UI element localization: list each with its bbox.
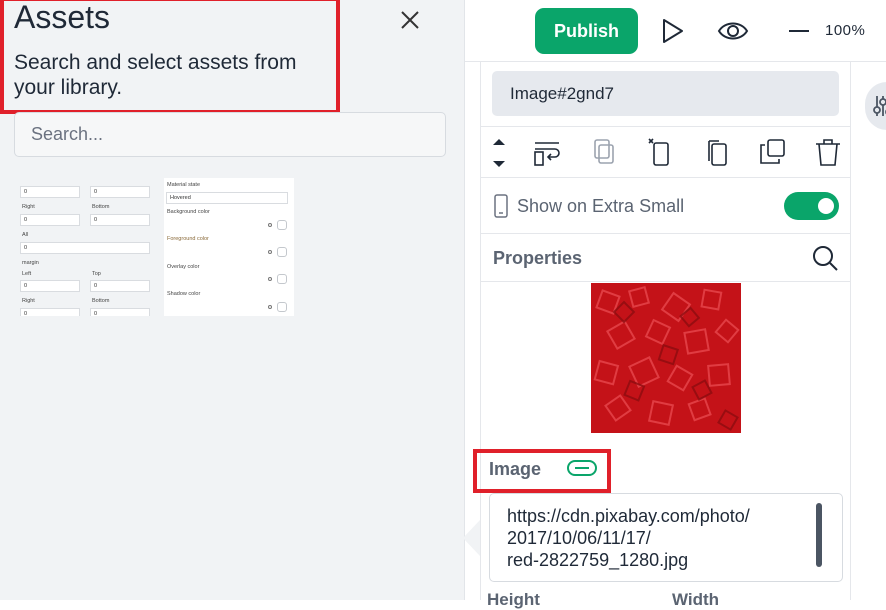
show-extra-small-toggle[interactable]: [784, 192, 839, 220]
reset-icon: [268, 277, 272, 281]
properties-title: Properties: [493, 248, 583, 268]
thumb-label: Shadow color: [167, 291, 201, 297]
move-up-down-icon[interactable]: [489, 133, 509, 173]
highlight-box-header: [0, 0, 340, 114]
toggle-knob: [818, 198, 834, 214]
color-swatch: [277, 302, 287, 312]
thumb-label: Overlay color: [167, 264, 200, 270]
height-label: Height: [487, 590, 540, 609]
reset-icon: [268, 250, 272, 254]
thumb-label: Bottom: [92, 204, 110, 210]
thumb-field: 0: [20, 186, 80, 198]
thumb-label: Left: [22, 271, 32, 277]
image-url-field[interactable]: https://cdn.pixabay.com/photo/ 2017/10/0…: [489, 493, 843, 582]
color-swatch: [277, 274, 287, 284]
thumb-select: Hovered: [166, 192, 288, 204]
properties-header: Properties: [481, 234, 851, 282]
color-swatch: [277, 247, 287, 257]
zoom-level: 100%: [825, 22, 866, 39]
play-icon[interactable]: [661, 18, 685, 44]
sliders-icon[interactable]: [865, 82, 886, 130]
visibility-row: Show on Extra Small: [481, 178, 851, 234]
element-toolbar: [481, 126, 851, 178]
thumb-field: 0: [20, 308, 80, 316]
copy-style-icon[interactable]: [589, 137, 619, 167]
thumb-label: All: [22, 232, 29, 238]
phone-icon: [494, 194, 508, 218]
thumb-label: Material state: [167, 182, 201, 188]
url-scrollbar[interactable]: [816, 503, 822, 567]
search-icon[interactable]: [811, 244, 839, 272]
thumb-label: Bottom: [92, 298, 110, 304]
top-bar: Publish 100%: [465, 0, 886, 62]
url-line: red-2822759_1280.jpg: [507, 550, 689, 570]
panel-pointer: [463, 520, 480, 556]
thumb-field: 0: [20, 242, 150, 254]
assets-panel: Assets Search and select assets from you…: [0, 0, 465, 600]
url-line: https://cdn.pixabay.com/photo/: [507, 506, 750, 526]
width-label: Width: [672, 590, 720, 609]
thumb-field: 0: [20, 214, 80, 226]
reset-icon: [268, 305, 272, 309]
thumb-label: Top: [92, 271, 101, 277]
copy-icon[interactable]: [701, 137, 731, 167]
color-swatch: [277, 220, 287, 230]
highlight-box-image: [473, 449, 611, 493]
thumb-field: 0: [20, 280, 80, 292]
thumb-label: Foreground color: [167, 236, 209, 242]
url-line: 2017/10/06/11/17/: [507, 528, 651, 548]
thumb-field: 0: [90, 280, 150, 292]
element-name-field[interactable]: Image#2gnd7: [492, 71, 839, 116]
eye-icon[interactable]: [717, 18, 749, 44]
search-input[interactable]: [14, 112, 446, 157]
show-extra-small-label: Show on Extra Small: [517, 196, 685, 216]
wrap-icon[interactable]: [533, 137, 563, 167]
asset-thumbnail[interactable]: 0 0 Right Bottom 0 0 All 0 margin Left T…: [14, 178, 294, 316]
thumb-field: 0: [90, 308, 150, 316]
right-sidebar: [851, 62, 886, 600]
thumb-field: 0: [90, 186, 150, 198]
reset-icon: [268, 223, 272, 227]
publish-button[interactable]: Publish: [535, 8, 638, 54]
image-preview: [591, 283, 741, 433]
duplicate-icon[interactable]: [757, 137, 787, 167]
thumbnail-right-column: Material state Hovered Background color …: [164, 178, 294, 316]
properties-panel: Image#2gnd7 Show on Extra Small Properti…: [473, 62, 851, 609]
thumb-label: Right: [22, 298, 35, 304]
thumb-field: 0: [90, 214, 150, 226]
trash-icon[interactable]: [813, 137, 843, 167]
thumb-label: Right: [22, 204, 35, 210]
thumb-label: Background color: [167, 209, 210, 215]
close-icon[interactable]: [398, 8, 422, 32]
minus-icon[interactable]: [787, 20, 811, 42]
thumbnail-left-column: 0 0 Right Bottom 0 0 All 0 margin Left T…: [20, 178, 160, 316]
thumb-label: margin: [22, 260, 39, 266]
cut-icon[interactable]: [645, 137, 675, 167]
